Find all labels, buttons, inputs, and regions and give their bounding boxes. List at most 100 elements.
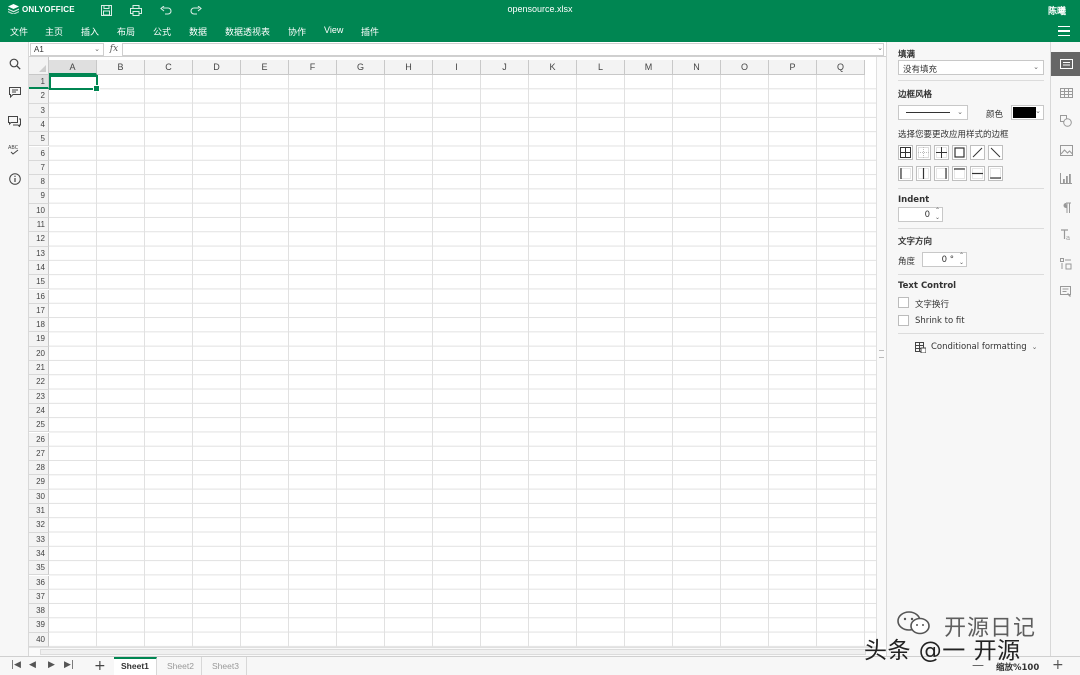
about-info-icon[interactable] [7, 171, 22, 186]
first-sheet-icon[interactable]: |◀ [11, 660, 21, 670]
next-sheet-icon[interactable]: ▶ [48, 660, 55, 670]
row-header[interactable]: 16 [29, 289, 49, 304]
row-header[interactable]: 33 [29, 532, 49, 547]
menu-collaboration[interactable]: 协作 [288, 25, 306, 38]
row-header[interactable]: 19 [29, 332, 49, 347]
pivot-table-settings-icon[interactable] [1058, 256, 1074, 272]
last-sheet-icon[interactable]: ▶| [64, 660, 74, 670]
column-header[interactable]: L [577, 60, 625, 75]
row-header[interactable]: 30 [29, 489, 49, 504]
prev-sheet-icon[interactable]: ◀ [29, 660, 36, 670]
column-header[interactable]: A [49, 60, 97, 75]
fill-dropdown[interactable]: 没有填充 ⌄ [898, 60, 1044, 75]
row-header[interactable]: 27 [29, 446, 49, 462]
comments-icon[interactable] [7, 85, 22, 100]
row-header[interactable]: 14 [29, 260, 49, 276]
hamburger-menu-icon[interactable] [1058, 26, 1070, 39]
zoom-out-icon[interactable]: — [972, 658, 984, 672]
border-all-button[interactable] [898, 145, 913, 160]
border-inner-button[interactable] [934, 145, 949, 160]
menu-file[interactable]: 文件 [10, 25, 28, 38]
chat-icon[interactable] [7, 114, 22, 129]
spinner-arrows-icon[interactable]: ⌃ ⌄ [959, 252, 964, 266]
user-name[interactable]: 陈曦 [1048, 4, 1066, 17]
row-header[interactable]: 7 [29, 160, 49, 176]
chart-settings-icon[interactable] [1058, 170, 1074, 186]
row-header[interactable]: 24 [29, 403, 49, 419]
paragraph-settings-icon[interactable] [1058, 199, 1074, 215]
menu-pivot-table[interactable]: 数据透视表 [225, 25, 270, 38]
column-header[interactable]: E [241, 60, 289, 75]
text-art-settings-icon[interactable]: a [1058, 227, 1074, 243]
row-header[interactable]: 12 [29, 232, 49, 247]
row-header[interactable]: 32 [29, 518, 49, 533]
row-header[interactable]: 26 [29, 432, 49, 447]
column-header[interactable]: F [289, 60, 337, 75]
menu-home[interactable]: 主页 [45, 25, 63, 38]
row-header[interactable]: 25 [29, 418, 49, 433]
row-header[interactable]: 28 [29, 461, 49, 476]
row-header[interactable]: 39 [29, 618, 49, 633]
row-header[interactable]: 11 [29, 218, 49, 233]
column-header[interactable]: Q [817, 60, 865, 75]
menu-data[interactable]: 数据 [189, 25, 207, 38]
border-inner-horizontal-button[interactable] [970, 166, 985, 181]
menu-formula[interactable]: 公式 [153, 25, 171, 38]
zoom-level[interactable]: 缩放%100 [996, 661, 1039, 673]
conditional-formatting-button[interactable]: Conditional formatting ⌄ [915, 340, 1038, 354]
spinner-arrows-icon[interactable]: ⌃ ⌄ [935, 207, 940, 221]
scroll-grip[interactable] [879, 350, 884, 358]
cell-area[interactable] [49, 75, 876, 647]
border-style-dropdown[interactable]: ⌄ [898, 105, 968, 120]
row-header[interactable]: 23 [29, 389, 49, 404]
row-header[interactable]: 13 [29, 246, 49, 261]
formula-input[interactable] [122, 43, 884, 56]
cell-name-box[interactable]: A1 ⌄ [30, 43, 104, 56]
row-header[interactable]: 36 [29, 575, 49, 590]
indent-spinner[interactable]: 0 ⌃ ⌄ [898, 207, 943, 222]
border-right-button[interactable] [934, 166, 949, 181]
horizontal-scrollbar[interactable] [29, 647, 876, 656]
row-header[interactable]: 1 [29, 75, 49, 90]
image-settings-icon[interactable] [1058, 142, 1074, 158]
row-header[interactable]: 37 [29, 589, 49, 605]
border-color-picker[interactable]: ⌄ [1011, 105, 1044, 120]
row-header[interactable]: 2 [29, 89, 49, 104]
column-header[interactable]: O [721, 60, 769, 75]
row-header[interactable]: 17 [29, 303, 49, 319]
row-header[interactable]: 22 [29, 375, 49, 390]
table-settings-icon[interactable] [1058, 85, 1074, 101]
column-header[interactable]: J [481, 60, 529, 75]
spellcheck-icon[interactable]: ABC [7, 142, 22, 157]
row-header[interactable]: 18 [29, 318, 49, 333]
border-diagonal-down-button[interactable] [988, 145, 1003, 160]
column-header[interactable]: K [529, 60, 577, 75]
border-inner-vertical-button[interactable] [916, 166, 931, 181]
column-header[interactable]: H [385, 60, 433, 75]
row-header[interactable]: 21 [29, 361, 49, 376]
column-header[interactable]: M [625, 60, 673, 75]
row-header[interactable]: 35 [29, 561, 49, 576]
add-sheet-icon[interactable]: + [94, 658, 106, 674]
insert-function-button[interactable]: fx [107, 42, 121, 57]
column-header[interactable]: P [769, 60, 817, 75]
menu-view[interactable]: View [324, 25, 343, 35]
vertical-scrollbar[interactable] [876, 57, 886, 647]
row-header[interactable]: 9 [29, 189, 49, 204]
row-header[interactable]: 3 [29, 103, 49, 118]
border-none-button[interactable] [916, 145, 931, 160]
border-outer-button[interactable] [952, 145, 967, 160]
menu-insert[interactable]: 插入 [81, 25, 99, 38]
signature-settings-icon[interactable] [1058, 284, 1074, 300]
row-header[interactable]: 31 [29, 504, 49, 519]
angle-spinner[interactable]: 0 ° ⌃ ⌄ [922, 252, 967, 267]
row-header[interactable]: 40 [29, 632, 49, 647]
row-header[interactable]: 5 [29, 132, 49, 147]
column-header[interactable]: N [673, 60, 721, 75]
border-top-button[interactable] [952, 166, 967, 181]
row-header[interactable]: 29 [29, 475, 49, 490]
column-header[interactable]: C [145, 60, 193, 75]
expand-formula-icon[interactable]: ⌄ [877, 44, 883, 52]
row-header[interactable]: 8 [29, 175, 49, 190]
row-header[interactable]: 20 [29, 346, 49, 361]
